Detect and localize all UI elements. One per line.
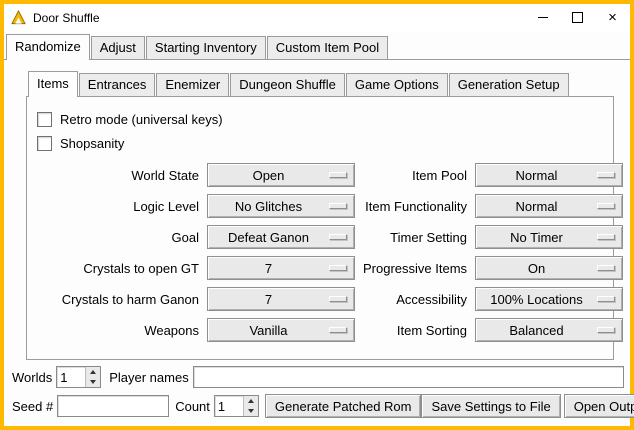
crystals-harm-ganon-dropdown[interactable]: 7 bbox=[207, 287, 355, 311]
count-spinbox bbox=[214, 395, 259, 417]
retro-mode-row: Retro mode (universal keys) bbox=[37, 109, 613, 129]
dropdown-indicator-icon bbox=[329, 203, 347, 209]
minimize-icon bbox=[538, 17, 548, 18]
tab-items[interactable]: Items bbox=[28, 71, 78, 97]
weapons-dropdown[interactable]: Vanilla bbox=[207, 318, 355, 342]
inner-notebook: Items Entrances Enemizer Dungeon Shuffle… bbox=[26, 68, 614, 360]
dropdown-indicator-icon bbox=[329, 234, 347, 240]
tab-starting-inventory[interactable]: Starting Inventory bbox=[146, 36, 266, 59]
tab-game-options[interactable]: Game Options bbox=[346, 73, 448, 96]
outer-tab-bar: Randomize Adjust Starting Inventory Cust… bbox=[4, 31, 630, 60]
worlds-spin-buttons bbox=[85, 367, 100, 387]
logic-level-dropdown[interactable]: No Glitches bbox=[207, 194, 355, 218]
arrow-down-icon bbox=[90, 380, 96, 384]
items-tab-pane: Retro mode (universal keys) Shopsanity W… bbox=[26, 97, 614, 360]
inner-tab-bar: Items Entrances Enemizer Dungeon Shuffle… bbox=[26, 68, 614, 97]
seed-input[interactable] bbox=[57, 395, 169, 417]
timer-setting-label: Timer Setting bbox=[363, 230, 467, 245]
progressive-items-dropdown[interactable]: On bbox=[475, 256, 623, 280]
output-buttons-group: Save Settings to File Open Output Direct… bbox=[421, 394, 634, 418]
tab-dungeon-shuffle[interactable]: Dungeon Shuffle bbox=[230, 73, 345, 96]
tab-adjust[interactable]: Adjust bbox=[91, 36, 145, 59]
seed-label: Seed # bbox=[12, 399, 53, 414]
dropdown-indicator-icon bbox=[597, 203, 615, 209]
world-state-label: World State bbox=[53, 168, 199, 183]
maximize-icon bbox=[572, 12, 583, 23]
generate-patched-rom-button[interactable]: Generate Patched Rom bbox=[265, 394, 422, 418]
tab-generation-setup[interactable]: Generation Setup bbox=[449, 73, 569, 96]
app-window: Door Shuffle × Randomize Adjust Starting… bbox=[0, 0, 634, 430]
dropdown-indicator-icon bbox=[329, 327, 347, 333]
goal-dropdown[interactable]: Defeat Ganon bbox=[207, 225, 355, 249]
minimize-button[interactable] bbox=[525, 4, 560, 31]
item-sorting-label: Item Sorting bbox=[363, 323, 467, 338]
dropdown-indicator-icon bbox=[329, 265, 347, 271]
item-sorting-dropdown[interactable]: Balanced bbox=[475, 318, 623, 342]
close-icon: × bbox=[608, 10, 617, 25]
dropdown-indicator-icon bbox=[597, 265, 615, 271]
settings-grid: World State Open Item Pool Normal Logic … bbox=[27, 163, 613, 342]
shopsanity-label: Shopsanity bbox=[60, 136, 124, 151]
arrow-up-icon bbox=[90, 370, 96, 374]
dropdown-indicator-icon bbox=[597, 172, 615, 178]
tab-randomize[interactable]: Randomize bbox=[6, 34, 90, 60]
count-spin-buttons bbox=[243, 396, 258, 416]
count-input[interactable] bbox=[215, 396, 243, 416]
bottom-bar: Worlds Player names Seed # Count bbox=[4, 360, 630, 426]
count-spin-down[interactable] bbox=[244, 406, 258, 416]
player-names-label: Player names bbox=[109, 370, 188, 385]
accessibility-dropdown[interactable]: 100% Locations bbox=[475, 287, 623, 311]
crystals-harm-ganon-label: Crystals to harm Ganon bbox=[53, 292, 199, 307]
retro-mode-label: Retro mode (universal keys) bbox=[60, 112, 223, 127]
arrow-up-icon bbox=[248, 399, 254, 403]
close-button[interactable]: × bbox=[595, 4, 630, 31]
dropdown-indicator-icon bbox=[329, 296, 347, 302]
titlebar[interactable]: Door Shuffle × bbox=[4, 4, 630, 31]
item-pool-label: Item Pool bbox=[363, 168, 467, 183]
save-settings-button[interactable]: Save Settings to File bbox=[421, 394, 560, 418]
open-output-directory-button[interactable]: Open Output Directory bbox=[564, 394, 634, 418]
dropdown-indicator-icon bbox=[597, 327, 615, 333]
worlds-row: Worlds Player names bbox=[12, 366, 624, 388]
accessibility-label: Accessibility bbox=[363, 292, 467, 307]
crystals-open-gt-dropdown[interactable]: 7 bbox=[207, 256, 355, 280]
worlds-label: Worlds bbox=[12, 370, 52, 385]
goal-label: Goal bbox=[53, 230, 199, 245]
world-state-dropdown[interactable]: Open bbox=[207, 163, 355, 187]
weapons-label: Weapons bbox=[53, 323, 199, 338]
item-functionality-dropdown[interactable]: Normal bbox=[475, 194, 623, 218]
app-icon bbox=[11, 10, 26, 25]
randomize-tab-pane: Items Entrances Enemizer Dungeon Shuffle… bbox=[4, 60, 630, 426]
window-title: Door Shuffle bbox=[33, 11, 100, 25]
shopsanity-checkbox[interactable] bbox=[37, 136, 52, 151]
dropdown-indicator-icon bbox=[329, 172, 347, 178]
retro-mode-checkbox[interactable] bbox=[37, 112, 52, 127]
player-names-input[interactable] bbox=[193, 366, 624, 388]
item-pool-dropdown[interactable]: Normal bbox=[475, 163, 623, 187]
dropdown-indicator-icon bbox=[597, 296, 615, 302]
item-functionality-label: Item Functionality bbox=[363, 199, 467, 214]
shopsanity-row: Shopsanity bbox=[37, 133, 613, 153]
tab-entrances[interactable]: Entrances bbox=[79, 73, 156, 96]
window-controls: × bbox=[525, 4, 630, 31]
tab-enemizer[interactable]: Enemizer bbox=[156, 73, 229, 96]
worlds-spin-down[interactable] bbox=[86, 377, 100, 387]
crystals-open-gt-label: Crystals to open GT bbox=[53, 261, 199, 276]
worlds-input[interactable] bbox=[57, 367, 85, 387]
maximize-button[interactable] bbox=[560, 4, 595, 31]
worlds-spin-up[interactable] bbox=[86, 367, 100, 377]
arrow-down-icon bbox=[248, 409, 254, 413]
logic-level-label: Logic Level bbox=[53, 199, 199, 214]
worlds-spinbox bbox=[56, 366, 101, 388]
count-label: Count bbox=[175, 399, 210, 414]
count-spin-up[interactable] bbox=[244, 396, 258, 406]
timer-setting-dropdown[interactable]: No Timer bbox=[475, 225, 623, 249]
seed-row: Seed # Count Generate Patched Rom Save S… bbox=[12, 394, 624, 418]
dropdown-indicator-icon bbox=[597, 234, 615, 240]
tab-custom-item-pool[interactable]: Custom Item Pool bbox=[267, 36, 388, 59]
progressive-items-label: Progressive Items bbox=[363, 261, 467, 276]
